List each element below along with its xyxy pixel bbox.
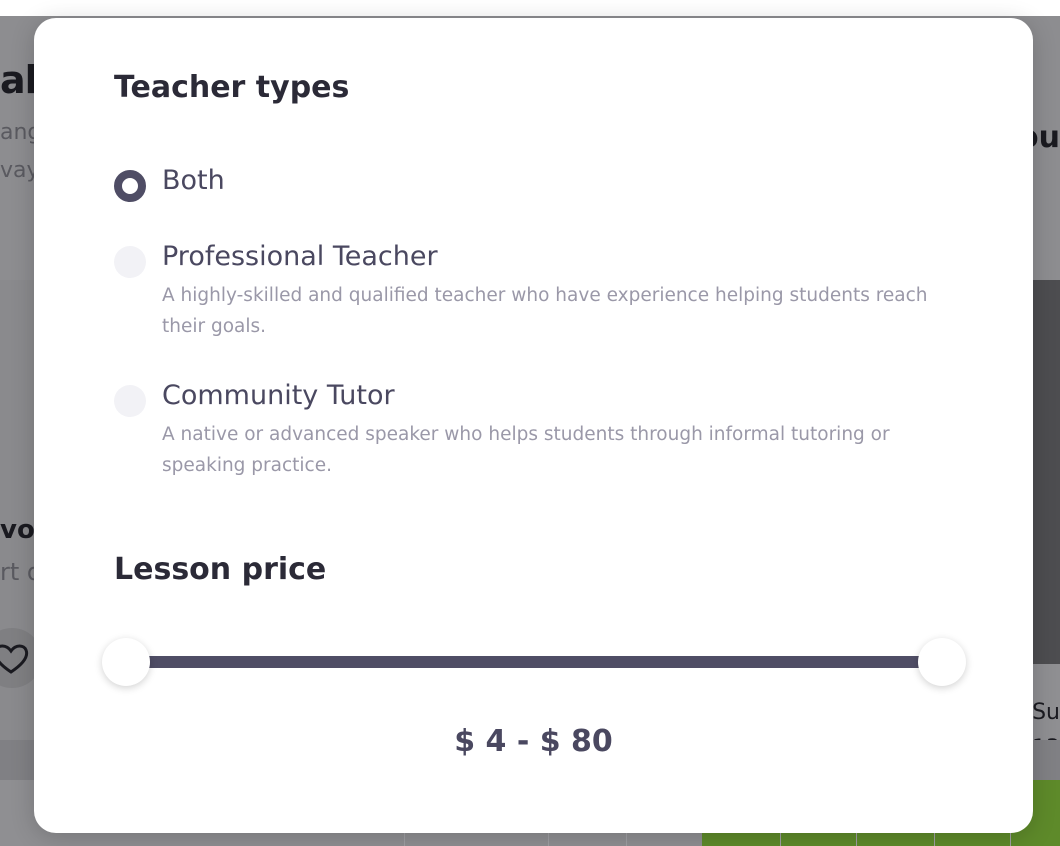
teacher-type-label: Both — [162, 165, 225, 196]
price-range-slider[interactable] — [102, 638, 966, 688]
calendar-day: Su — [1032, 700, 1060, 725]
lesson-price-title: Lesson price — [114, 552, 327, 587]
teacher-type-label: Professional Teacher — [162, 241, 438, 272]
teacher-type-description: A highly-skilled and qualified teacher w… — [162, 285, 928, 337]
teacher-type-label: Community Tutor — [162, 380, 395, 411]
filter-modal: Teacher types Both Professional Teacher … — [34, 18, 1033, 833]
slider-max-handle[interactable] — [918, 638, 966, 686]
teacher-type-description: A native or advanced speaker who helps s… — [162, 424, 890, 476]
slider-track[interactable] — [126, 656, 942, 668]
teacher-types-title: Teacher types — [114, 70, 350, 105]
page-top-bar — [0, 0, 1060, 17]
radio-button-professional[interactable] — [114, 246, 146, 278]
slider-min-handle[interactable] — [102, 638, 150, 686]
radio-button-both[interactable] — [114, 170, 146, 202]
price-range-value: $ 4 - $ 80 — [454, 724, 613, 759]
radio-button-community[interactable] — [114, 385, 146, 417]
